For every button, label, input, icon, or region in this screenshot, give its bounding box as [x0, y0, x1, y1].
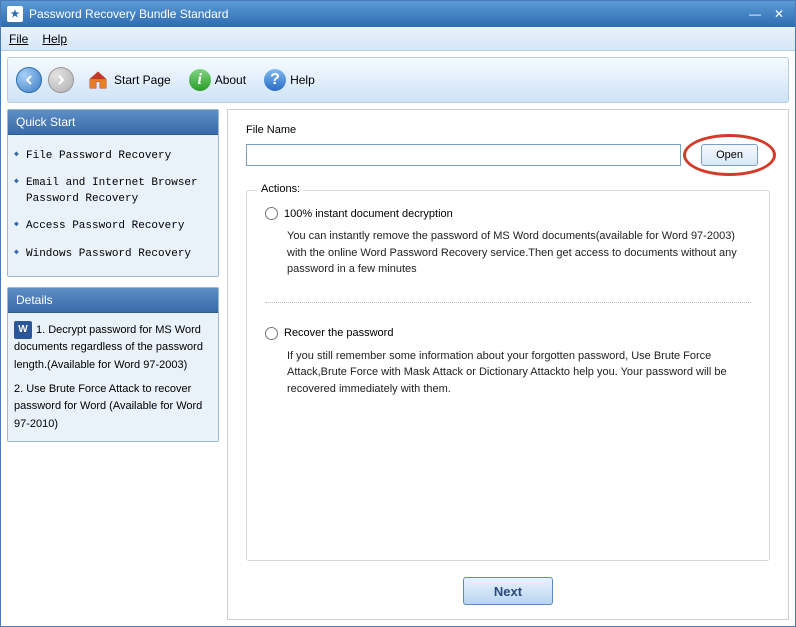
titlebar[interactable]: ★ Password Recovery Bundle Standard — ✕ — [1, 1, 795, 27]
details-header: Details — [8, 288, 218, 313]
quick-start-panel: Quick Start File Password Recovery Email… — [7, 109, 219, 277]
details-item-2: 2. Use Brute Force Attack to recover pas… — [14, 383, 202, 430]
sidebar: Quick Start File Password Recovery Email… — [7, 109, 219, 620]
details-item-1: 1. Decrypt password for MS Word document… — [14, 324, 203, 371]
option-recover-password: Recover the password If you still rememb… — [265, 327, 751, 398]
option2-desc: If you still remember some information a… — [265, 348, 751, 398]
separator — [265, 302, 751, 303]
next-button[interactable]: Next — [463, 577, 553, 605]
main-panel: File Name Open Actions: 100% instant doc… — [227, 109, 789, 620]
option1-desc: You can instantly remove the password of… — [265, 228, 751, 278]
option2-label: Recover the password — [284, 327, 393, 339]
info-icon: i — [189, 69, 211, 91]
quick-start-header: Quick Start — [8, 110, 218, 135]
file-name-input[interactable] — [246, 144, 681, 166]
file-row: Open — [246, 140, 770, 170]
menubar: File Help — [1, 27, 795, 51]
qs-item-file-recovery[interactable]: File Password Recovery — [14, 143, 212, 170]
window-title: Password Recovery Bundle Standard — [29, 7, 741, 21]
menu-file[interactable]: File — [9, 32, 28, 46]
radio-recover-password[interactable] — [265, 327, 278, 340]
help-button[interactable]: ? Help — [258, 67, 321, 93]
nav-forward-button — [48, 67, 74, 93]
open-button[interactable]: Open — [701, 144, 758, 166]
details-body: W1. Decrypt password for MS Word documen… — [8, 313, 218, 441]
qs-item-windows-recovery[interactable]: Windows Password Recovery — [14, 241, 212, 268]
home-icon — [86, 68, 110, 92]
app-window: ★ Password Recovery Bundle Standard — ✕ … — [0, 0, 796, 627]
minimize-button[interactable]: — — [745, 6, 765, 22]
nav-back-button[interactable] — [16, 67, 42, 93]
close-button[interactable]: ✕ — [769, 6, 789, 22]
radio-instant-decryption[interactable] — [265, 207, 278, 220]
details-panel: Details W1. Decrypt password for MS Word… — [7, 287, 219, 442]
start-page-label: Start Page — [114, 73, 171, 87]
qs-item-access-recovery[interactable]: Access Password Recovery — [14, 213, 212, 240]
qs-item-email-browser[interactable]: Email and Internet Browser Password Reco… — [14, 170, 212, 213]
actions-group: Actions: 100% instant document decryptio… — [246, 190, 770, 561]
menu-help[interactable]: Help — [42, 32, 67, 46]
option-instant-decryption: 100% instant document decryption You can… — [265, 207, 751, 278]
app-icon: ★ — [7, 6, 23, 22]
file-name-label: File Name — [246, 124, 770, 136]
open-button-highlight: Open — [689, 140, 770, 170]
help-icon: ? — [264, 69, 286, 91]
quick-start-list: File Password Recovery Email and Interne… — [14, 143, 212, 268]
word-icon: W — [14, 321, 32, 339]
about-label: About — [215, 73, 246, 87]
actions-label: Actions: — [257, 183, 304, 195]
toolbar: Start Page i About ? Help — [7, 57, 789, 103]
start-page-button[interactable]: Start Page — [80, 66, 177, 94]
next-row: Next — [246, 577, 770, 605]
help-label: Help — [290, 73, 315, 87]
about-button[interactable]: i About — [183, 67, 252, 93]
content-area: Quick Start File Password Recovery Email… — [1, 109, 795, 626]
option1-label: 100% instant document decryption — [284, 208, 453, 220]
